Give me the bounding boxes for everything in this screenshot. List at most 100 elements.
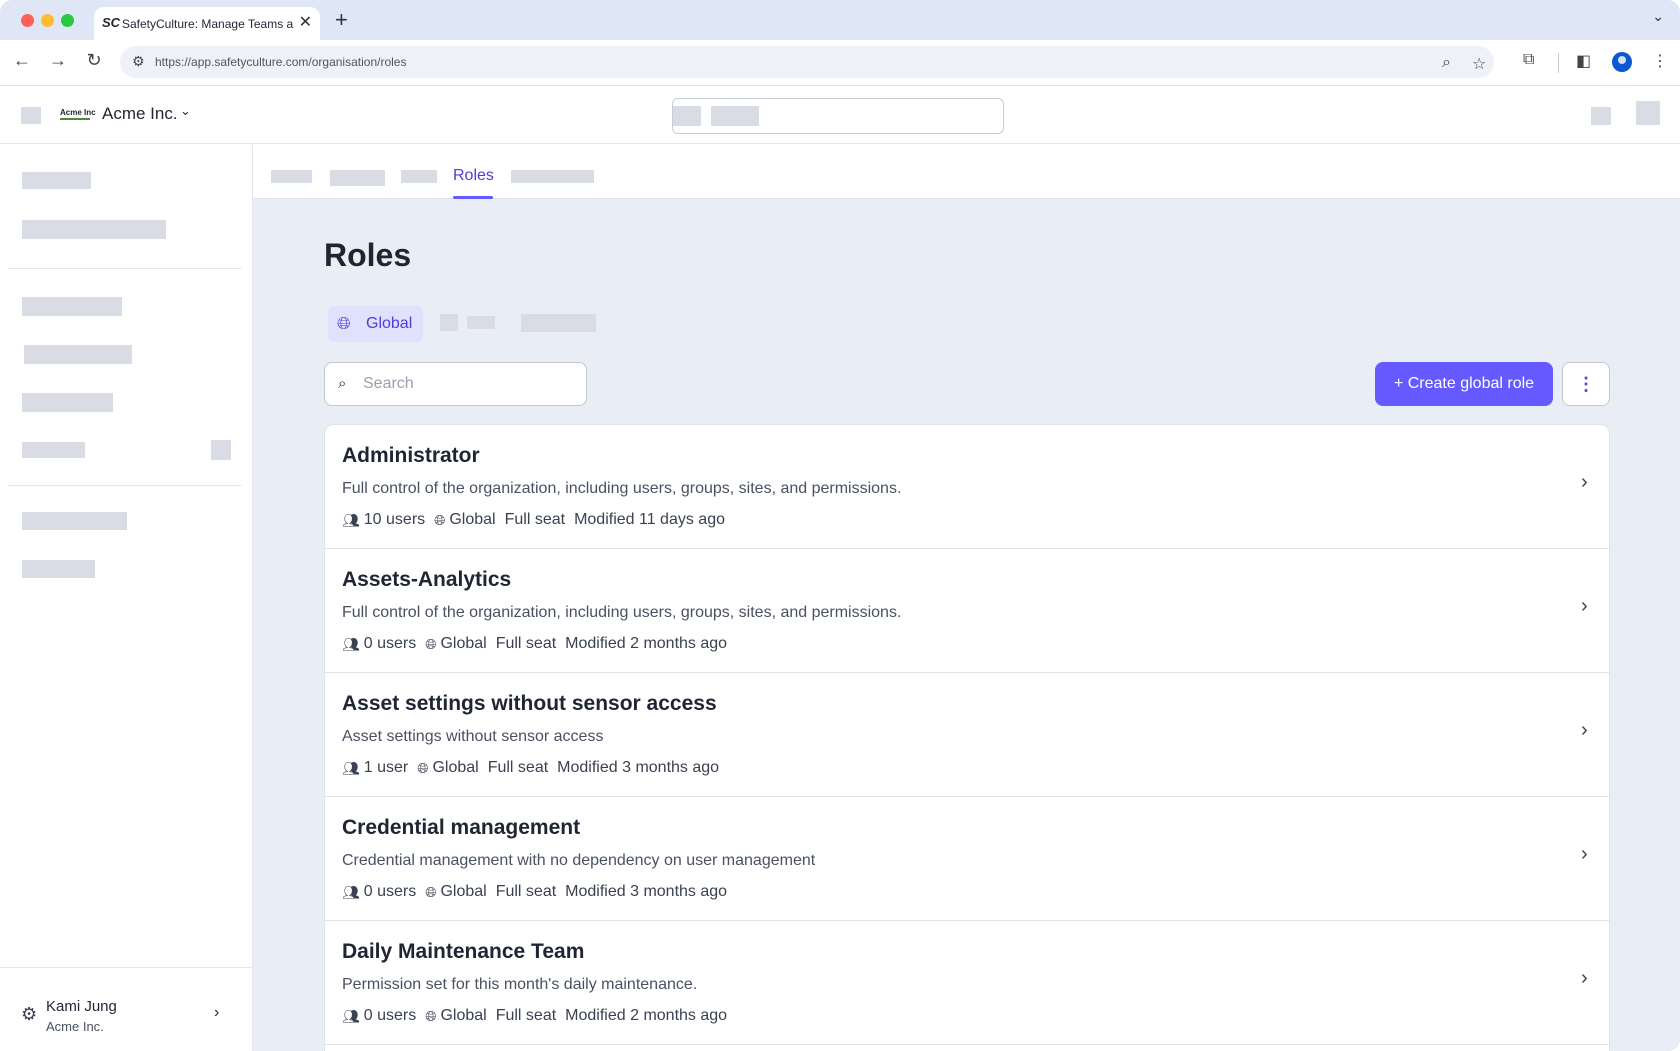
role-seat: Full seat <box>495 635 557 652</box>
globe-icon: 🌐︎ <box>425 883 437 900</box>
notifications-placeholder[interactable] <box>1591 107 1611 125</box>
sidebar-item-placeholder[interactable] <box>22 297 122 316</box>
back-icon[interactable]: ← <box>10 50 34 71</box>
chevron-right-icon: › <box>1581 843 1588 865</box>
page-title: Roles <box>324 237 412 273</box>
side-panel-icon[interactable]: ◧ <box>1576 51 1591 71</box>
scope-tab-placeholder[interactable] <box>467 316 495 329</box>
sidebar-item-placeholder[interactable] <box>22 393 113 412</box>
role-modified: Modified 3 months ago <box>565 883 728 900</box>
main-content: Roles Roles 🌐︎ Global ⌕ + Create global … <box>253 145 1680 1051</box>
roles-list: Administrator Full control of the organi… <box>324 424 1610 1051</box>
sidebar-divider <box>8 268 242 269</box>
subnav-tab-placeholder[interactable] <box>511 170 594 183</box>
org-switcher-label[interactable]: Acme Inc. <box>102 104 178 124</box>
globe-icon: 🌐︎ <box>425 1007 437 1024</box>
users-icon: 👥︎ <box>342 511 360 528</box>
sidebar-item-placeholder[interactable] <box>24 345 132 364</box>
role-scope: Global <box>440 635 487 652</box>
zoom-icon[interactable]: ⌕ <box>1442 54 1451 72</box>
chevron-down-icon[interactable]: ⌄ <box>180 103 191 119</box>
scope-tab-placeholder[interactable] <box>521 314 596 332</box>
menu-icon[interactable]: ⋮ <box>1652 51 1668 71</box>
subnav-tab-placeholder[interactable] <box>330 170 385 186</box>
tab-roles[interactable]: Roles <box>453 167 494 185</box>
role-name: Administrator <box>342 444 480 467</box>
app-header: Acme Inc Acme Inc. ⌄ <box>0 86 1680 144</box>
reload-icon[interactable]: ↻ <box>82 50 106 71</box>
role-name: Asset settings without sensor access <box>342 692 717 715</box>
browser-tab-bar: SC SafetyCulture: Manage Teams and... ✕ … <box>0 0 1680 40</box>
role-modified: Modified 2 months ago <box>565 635 728 652</box>
role-seat: Full seat <box>487 759 549 776</box>
address-bar[interactable]: ⚙ https://app.safetyculture.com/organisa… <box>120 46 1494 78</box>
role-description: Permission set for this month's daily ma… <box>342 976 698 993</box>
search-input[interactable] <box>363 374 573 394</box>
role-row[interactable]: Asset settings without sensor access Ass… <box>325 673 1609 797</box>
subnav-tab-placeholder[interactable] <box>401 170 437 183</box>
role-row[interactable]: Credential management Credential managem… <box>325 797 1609 921</box>
globe-icon: 🌐︎ <box>425 635 437 652</box>
users-icon: 👥︎ <box>342 883 360 900</box>
scope-tab-global[interactable]: 🌐︎ Global <box>328 306 423 342</box>
forward-icon[interactable]: → <box>46 50 70 71</box>
create-global-role-button[interactable]: + Create global role <box>1375 362 1553 406</box>
more-options-icon[interactable]: ⋮ <box>1562 362 1610 406</box>
role-row[interactable]: Daily Maintenance Team Permission set fo… <box>325 921 1609 1045</box>
sidebar-badge-placeholder <box>211 440 231 460</box>
role-row[interactable]: Administrator Full control of the organi… <box>325 425 1609 549</box>
account-menu[interactable]: ⚙ Kami Jung Acme Inc. › <box>0 967 252 1051</box>
chevron-right-icon: › <box>1581 719 1588 741</box>
browser-tab-active[interactable]: SC SafetyCulture: Manage Teams and... ✕ <box>94 7 320 40</box>
role-name: Daily Maintenance Team <box>342 940 585 963</box>
sidebar: ⚙ Kami Jung Acme Inc. › <box>0 145 253 1051</box>
role-scope: Global <box>440 883 487 900</box>
star-icon[interactable]: ☆ <box>1472 54 1486 74</box>
role-scope: Global <box>449 511 496 528</box>
close-window-button[interactable] <box>21 14 34 27</box>
role-name: Credential management <box>342 816 581 839</box>
role-row[interactable]: Assets-Analytics Full control of the org… <box>325 549 1609 673</box>
maximize-window-button[interactable] <box>61 14 74 27</box>
role-search-field[interactable]: ⌕ <box>324 362 587 406</box>
minimize-window-button[interactable] <box>41 14 54 27</box>
sidebar-item-placeholder[interactable] <box>22 172 91 189</box>
menu-toggle-placeholder[interactable] <box>21 107 41 124</box>
globe-icon: 🌐︎ <box>337 314 351 333</box>
avatar-placeholder[interactable] <box>1636 101 1660 125</box>
role-user-count: 0 users <box>363 883 417 900</box>
safetyculture-favicon-icon: SC <box>102 15 121 30</box>
new-tab-icon[interactable]: + <box>335 7 348 33</box>
url-text[interactable]: https://app.safetyculture.com/organisati… <box>155 55 406 69</box>
users-icon: 👥︎ <box>342 635 360 652</box>
role-description: Full control of the organization, includ… <box>342 480 902 497</box>
site-settings-icon[interactable]: ⚙ <box>132 53 145 70</box>
user-org: Acme Inc. <box>46 1019 104 1034</box>
subnav-tab-placeholder[interactable] <box>271 170 312 183</box>
tab-title: SafetyCulture: Manage Teams and... <box>122 17 294 31</box>
role-description: Full control of the organization, includ… <box>342 604 902 621</box>
chevron-right-icon: › <box>1581 967 1588 989</box>
gear-icon: ⚙ <box>21 1004 38 1024</box>
browser-toolbar: ← → ↻ ⚙ https://app.safetyculture.com/or… <box>0 40 1680 86</box>
chevron-right-icon: › <box>214 1004 220 1021</box>
sidebar-item-placeholder[interactable] <box>22 560 95 578</box>
tab-search-chevron-icon[interactable]: ⌄ <box>1652 8 1664 25</box>
users-icon: 👥︎ <box>342 759 360 776</box>
tab-close-icon[interactable]: ✕ <box>299 12 312 32</box>
sidebar-item-placeholder[interactable] <box>22 512 127 530</box>
role-user-count: 1 user <box>363 759 409 776</box>
role-name: Assets-Analytics <box>342 568 512 591</box>
chevron-right-icon: › <box>1581 595 1588 617</box>
acme-logo: Acme Inc <box>60 108 96 120</box>
scope-tab-label: Global <box>366 315 413 332</box>
role-modified: Modified 11 days ago <box>574 511 725 528</box>
sidebar-item-placeholder[interactable] <box>22 220 166 239</box>
role-user-count: 10 users <box>363 511 426 528</box>
profile-icon[interactable] <box>1612 52 1632 72</box>
global-search-placeholder[interactable] <box>672 98 1004 134</box>
extensions-icon[interactable]: ⧉ <box>1523 51 1534 69</box>
role-seat: Full seat <box>504 511 566 528</box>
sidebar-item-placeholder[interactable] <box>22 442 85 458</box>
role-modified: Modified 2 months ago <box>565 1007 728 1024</box>
